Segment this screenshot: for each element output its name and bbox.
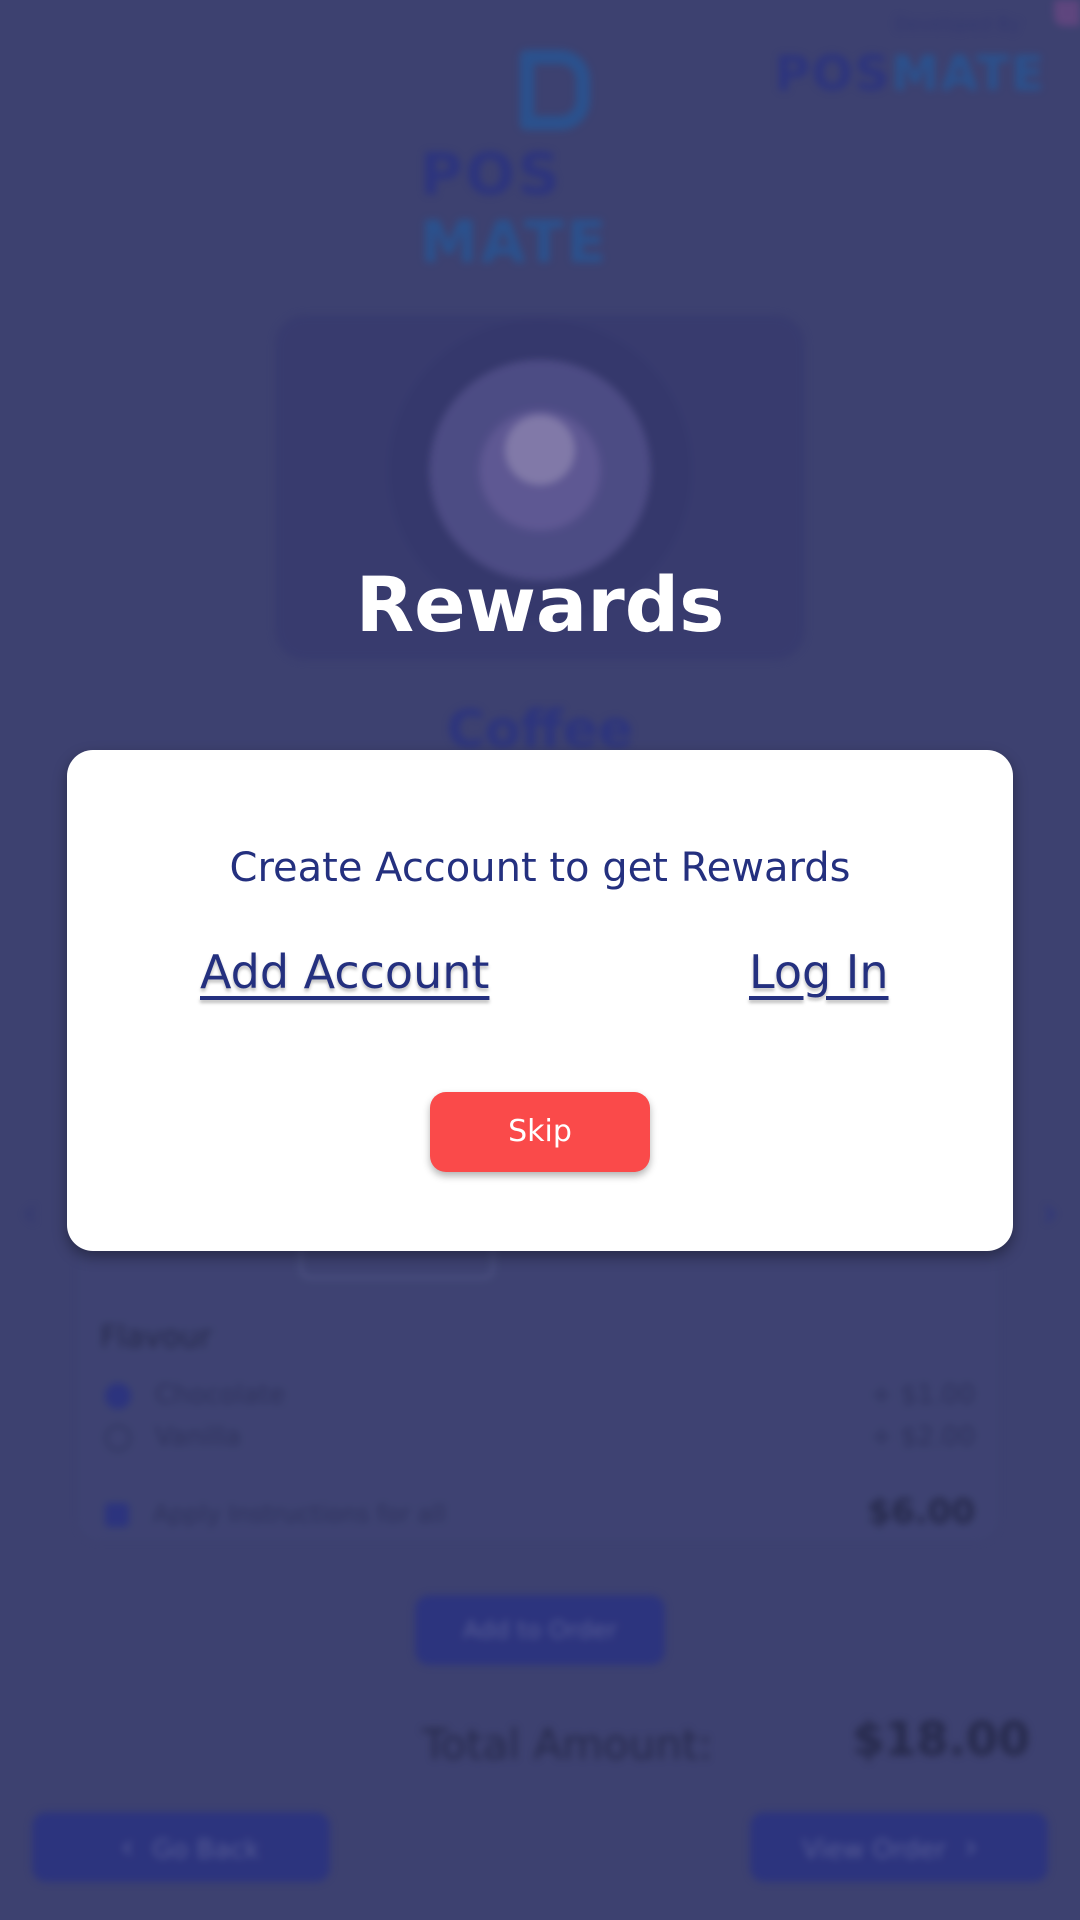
total-amount-value: $18.00 <box>852 1712 1030 1766</box>
go-back-button[interactable]: ‹ Go Back <box>32 1812 330 1882</box>
developer-logo-mate: MATE <box>891 46 1046 102</box>
developer-logo: POSMATE <box>775 46 1046 102</box>
rewards-modal: Create Account to get Rewards Add Accoun… <box>67 750 1013 1251</box>
radio-selected[interactable] <box>105 1382 131 1409</box>
chevron-left-icon: ‹ <box>120 1827 135 1867</box>
main-logo: POS MATE <box>420 50 680 276</box>
add-account-link[interactable]: Add Account <box>200 945 489 999</box>
screen: Developed By POSMATE POS MATE Coffee ‹ ›… <box>0 0 1080 1920</box>
flavour-title: Flavour <box>100 1320 212 1355</box>
checkbox[interactable] <box>105 1503 129 1527</box>
main-logo-pos: POS <box>420 140 563 208</box>
chevron-left-icon[interactable]: ‹ <box>22 1190 38 1236</box>
option-label: Chocolate <box>155 1380 286 1410</box>
latte-art-heart <box>505 415 575 485</box>
main-logo-mate: MATE <box>420 208 610 276</box>
item-price: $6.00 <box>867 1492 975 1532</box>
add-to-order-button[interactable]: Add to Order <box>415 1595 665 1665</box>
skip-button[interactable]: Skip <box>430 1092 650 1172</box>
apply-label: Apply Instructions for all <box>153 1500 446 1528</box>
flavour-option[interactable]: Chocolate + $1.00 <box>105 1380 975 1410</box>
main-logo-text: POS MATE <box>420 140 680 276</box>
developed-by-label: Developed By <box>894 14 1020 35</box>
chevron-right-icon[interactable]: › <box>1042 1190 1058 1236</box>
view-order-button[interactable]: View Order › <box>750 1812 1048 1882</box>
total-amount-label: Total Amount: <box>422 1720 713 1769</box>
option-price: + $2.00 <box>870 1422 975 1452</box>
log-in-link[interactable]: Log In <box>749 945 889 999</box>
flavour-option[interactable]: Vanilla + $2.00 <box>105 1422 975 1452</box>
rewards-subtitle: Create Account to get Rewards <box>229 845 851 891</box>
apply-instructions-row[interactable]: Apply Instructions for all $6.00 <box>105 1492 975 1532</box>
developer-logo-pos: POS <box>774 46 892 102</box>
option-price: + $1.00 <box>870 1380 975 1410</box>
rewards-title: Rewards <box>355 560 725 649</box>
logo-mark-icon <box>520 50 590 130</box>
corner-indicator <box>1054 0 1080 26</box>
go-back-label: Go Back <box>152 1835 260 1865</box>
option-label: Vanilla <box>155 1422 241 1452</box>
radio-unselected[interactable] <box>105 1424 131 1451</box>
view-order-label: View Order <box>802 1835 947 1865</box>
chevron-right-icon: › <box>964 1827 978 1867</box>
